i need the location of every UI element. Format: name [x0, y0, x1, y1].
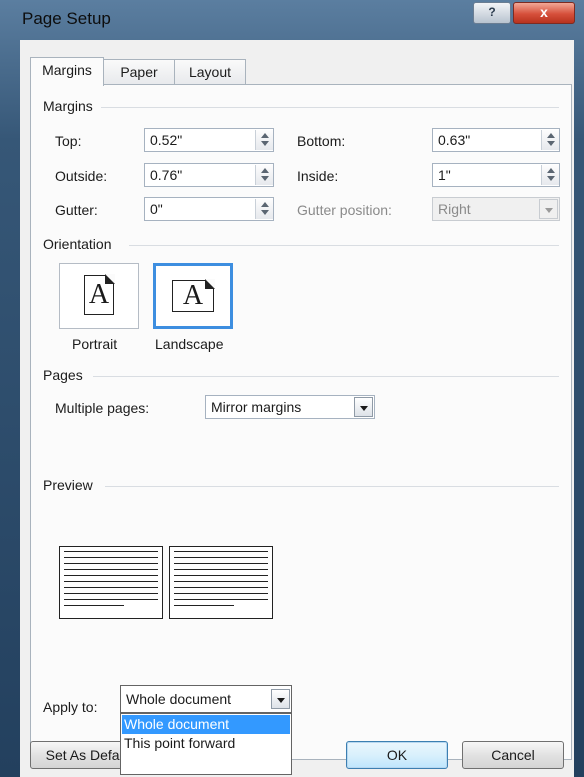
gutter-spinner[interactable] — [255, 199, 273, 219]
preview-right-page — [169, 546, 273, 619]
dialog-client: Margins Paper Layout Margins Top: 0.52" … — [20, 40, 574, 777]
portrait-label: Portrait — [72, 336, 118, 352]
inside-label: Inside: — [297, 168, 339, 184]
apply-to-dropdown-list: Whole document This point forward — [120, 713, 292, 775]
bottom-label: Bottom: — [297, 133, 346, 149]
gutter-position-label: Gutter position: — [297, 202, 392, 218]
portrait-option[interactable]: A — [59, 263, 139, 329]
landscape-page-icon: A — [172, 279, 215, 312]
gutter-position-value: Right — [438, 201, 471, 217]
page-setup-window: Page Setup ? x Margins Paper Layout Marg… — [0, 0, 584, 777]
spin-down-icon[interactable] — [261, 141, 269, 146]
margins-group-divider — [101, 107, 559, 108]
spin-up-icon[interactable] — [547, 168, 555, 173]
preview-group-label: Preview — [43, 477, 99, 493]
preview-line — [174, 563, 268, 564]
preview-line — [64, 575, 158, 576]
preview-line — [174, 605, 234, 606]
preview-line — [174, 569, 268, 570]
apply-to-option-this-point-forward[interactable]: This point forward — [122, 734, 290, 753]
preview-line — [64, 605, 124, 606]
preview-left-page — [59, 546, 163, 619]
preview-line — [64, 587, 158, 588]
preview-line — [64, 569, 158, 570]
preview-line — [174, 557, 268, 558]
window-title: Page Setup — [22, 9, 111, 28]
multiple-pages-select[interactable]: Mirror margins — [205, 395, 375, 419]
gutter-label: Gutter: — [55, 202, 98, 218]
preview-line — [64, 599, 158, 600]
preview-line — [174, 587, 268, 588]
bottom-margin-spinner[interactable] — [541, 130, 559, 150]
gutter-position-select: Right — [432, 197, 560, 221]
bottom-margin-value: 0.63" — [438, 132, 471, 148]
preview-line — [174, 551, 268, 552]
top-margin-spinner[interactable] — [255, 130, 273, 150]
spin-down-icon[interactable] — [547, 176, 555, 181]
portrait-page-icon: A — [84, 274, 115, 315]
landscape-option[interactable]: A — [153, 263, 233, 329]
close-button[interactable]: x — [513, 2, 575, 24]
pages-group-label: Pages — [43, 367, 89, 383]
tab-paper[interactable]: Paper — [103, 59, 175, 85]
preview-group-divider — [105, 486, 559, 487]
landscape-label: Landscape — [155, 336, 224, 352]
ok-button[interactable]: OK — [346, 741, 448, 769]
bottom-margin-field[interactable]: 0.63" — [432, 128, 560, 152]
spin-up-icon[interactable] — [261, 168, 269, 173]
apply-to-value: Whole document — [126, 691, 232, 707]
pages-group-divider — [93, 376, 559, 377]
inside-margin-value: 1" — [438, 167, 451, 183]
apply-to-label: Apply to: — [43, 699, 98, 715]
preview-line — [64, 593, 158, 594]
inside-margin-field[interactable]: 1" — [432, 163, 560, 187]
margins-tab-panel: Margins Top: 0.52" Bottom: 0.63" Outside… — [30, 84, 572, 760]
title-bar[interactable]: Page Setup ? x — [0, 0, 584, 40]
landscape-icon-letter: A — [182, 280, 204, 311]
top-margin-field[interactable]: 0.52" — [144, 128, 274, 152]
spin-down-icon[interactable] — [547, 141, 555, 146]
apply-to-select[interactable]: Whole document — [120, 685, 292, 713]
preview-line — [64, 581, 158, 582]
preview-line — [64, 551, 158, 552]
preview-line — [174, 593, 268, 594]
outside-label: Outside: — [55, 168, 108, 184]
spin-down-icon[interactable] — [261, 176, 269, 181]
top-label: Top: — [55, 133, 82, 149]
outside-margin-value: 0.76" — [150, 167, 183, 183]
multiple-pages-value: Mirror margins — [211, 399, 302, 415]
tab-margins[interactable]: Margins — [30, 57, 104, 86]
preview-line — [174, 575, 268, 576]
preview-line — [64, 557, 158, 558]
preview-line — [174, 581, 268, 582]
spin-up-icon[interactable] — [261, 202, 269, 207]
chevron-down-icon — [539, 199, 558, 219]
multiple-pages-label: Multiple pages: — [55, 400, 150, 416]
margins-group-label: Margins — [43, 98, 99, 114]
cancel-button[interactable]: Cancel — [462, 741, 564, 769]
orientation-group-divider — [129, 245, 559, 246]
spin-up-icon[interactable] — [261, 133, 269, 138]
outside-margin-field[interactable]: 0.76" — [144, 163, 274, 187]
gutter-value: 0" — [150, 201, 163, 217]
page-fold-icon — [105, 274, 115, 284]
gutter-field[interactable]: 0" — [144, 197, 274, 221]
outside-margin-spinner[interactable] — [255, 165, 273, 185]
orientation-group-label: Orientation — [43, 236, 118, 252]
spin-down-icon[interactable] — [261, 210, 269, 215]
page-fold-icon — [205, 279, 215, 289]
preview-line — [64, 563, 158, 564]
inside-margin-spinner[interactable] — [541, 165, 559, 185]
apply-to-option-whole-document[interactable]: Whole document — [122, 715, 290, 734]
chevron-down-icon[interactable] — [271, 689, 290, 709]
top-margin-value: 0.52" — [150, 132, 183, 148]
chevron-down-icon[interactable] — [354, 397, 373, 417]
tab-layout[interactable]: Layout — [174, 59, 246, 85]
spin-up-icon[interactable] — [547, 133, 555, 138]
preview-line — [174, 599, 268, 600]
help-button[interactable]: ? — [473, 2, 511, 24]
